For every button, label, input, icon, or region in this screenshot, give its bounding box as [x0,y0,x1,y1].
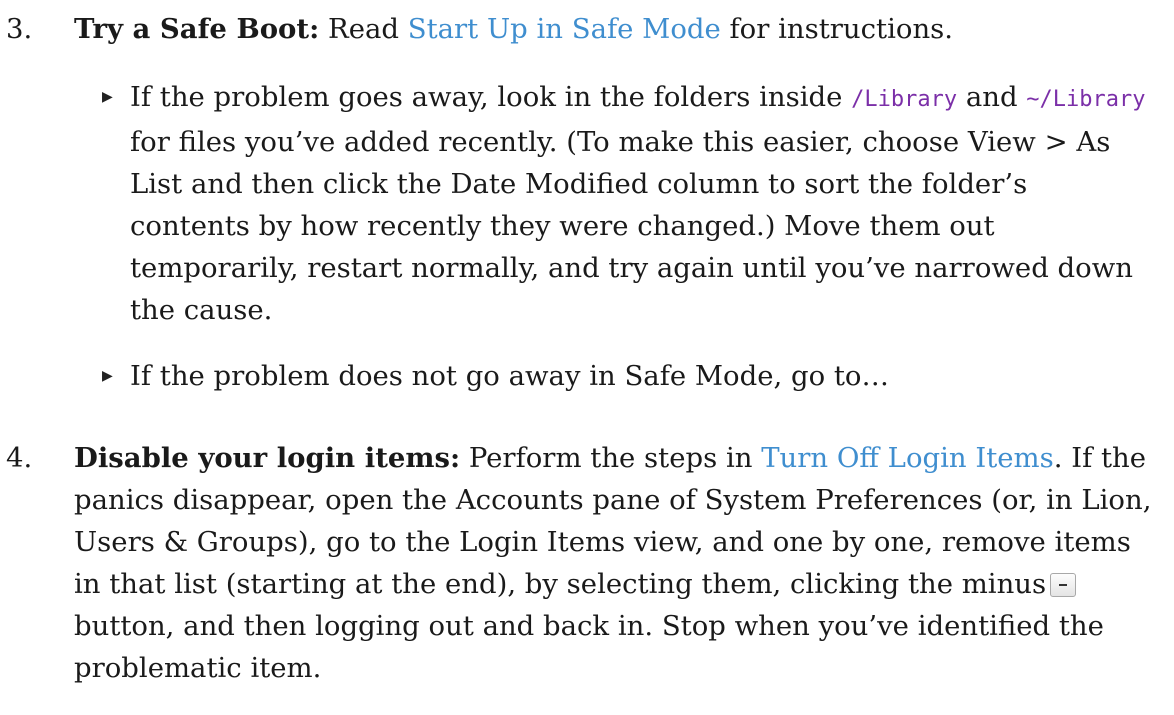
document-content: 3. Try a Safe Boot: Read Start Up in Saf… [0,0,1174,715]
minus-icon [1050,573,1077,597]
safe-mode-link[interactable]: Start Up in Safe Mode [408,13,721,45]
step-number: 3. [6,13,33,45]
bullet-triangle-icon: ▶ [102,368,113,384]
step-4-paragraph: Disable your login items: Perform the st… [74,437,1154,689]
bullet-text: If the problem does not go away in Safe … [130,360,889,392]
step-text: Read [319,13,408,45]
bullet-text-part: If the problem goes away, look in the fo… [130,81,852,113]
bullet-text: If the problem goes away, look in the fo… [130,76,1150,331]
login-items-link[interactable]: Turn Off Login Items [761,442,1054,474]
step-heading: Try a Safe Boot: [74,13,320,45]
step-number: 4. [6,442,33,474]
bullet-text-part: and [957,81,1027,113]
step-text: for instructions. [720,13,954,45]
step-text: button, and then logging out and back in… [74,610,1104,684]
user-library-path: ~/Library [1026,87,1146,112]
step-text: Perform the steps in [460,442,762,474]
bullet-triangle-icon: ▶ [102,89,113,105]
bullet-text-part: for files you’ve added recently. (To mak… [130,126,1133,326]
step-heading: Disable your login items: [74,442,461,474]
library-path: /Library [851,87,958,112]
step-3-paragraph: Try a Safe Boot: Read Start Up in Safe M… [74,8,1154,50]
